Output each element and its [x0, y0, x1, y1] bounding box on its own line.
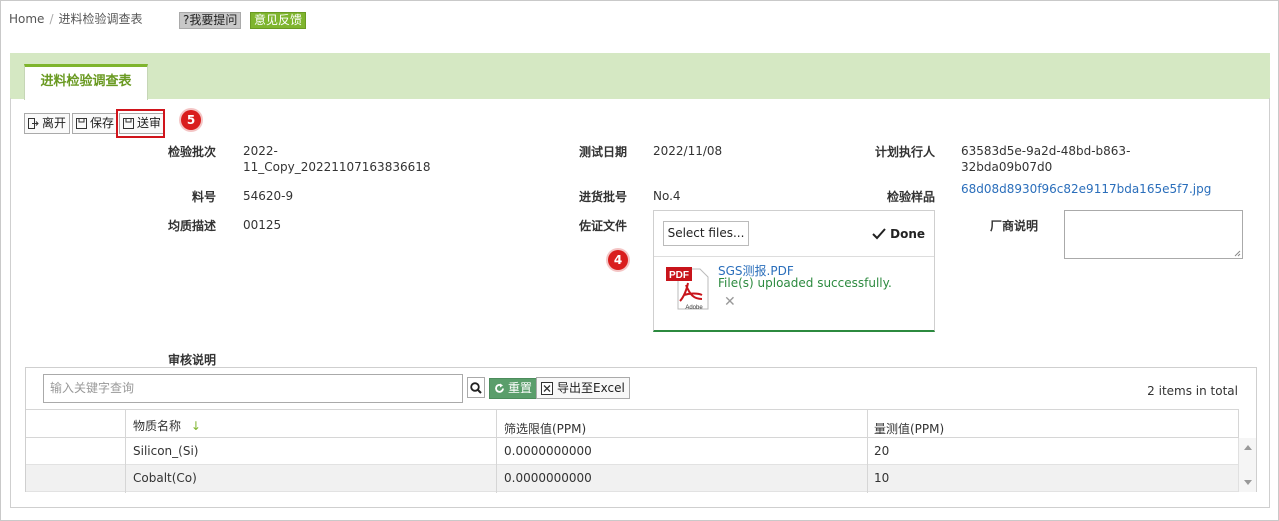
planner-value-line-2: 32bda09b07d0: [961, 160, 1053, 174]
upload-status-text: File(s) uploaded successfully.: [718, 276, 892, 290]
tab-inspection-form[interactable]: 进料检验调查表: [24, 64, 148, 100]
cell-measured: 20: [874, 444, 890, 458]
material-value: 54620-9: [243, 189, 294, 203]
save-button[interactable]: 保存: [72, 113, 119, 134]
remove-file-icon[interactable]: ✕: [724, 294, 736, 310]
table-row[interactable]: Cobalt(Co) 0.0000000000 10: [26, 465, 1238, 492]
refresh-icon: [495, 383, 504, 393]
breadcrumb-home[interactable]: Home: [9, 12, 44, 26]
upload-done-status: Done: [872, 227, 925, 241]
upload-header: Select files... Done: [654, 211, 934, 257]
batch-value-line-1: 2022-: [243, 144, 278, 158]
cell-limit: 0.0000000000: [504, 444, 592, 458]
homogeneity-label: 均质描述: [167, 219, 216, 233]
save-label: 保存: [90, 116, 115, 130]
cell-limit: 0.0000000000: [504, 471, 592, 485]
table-row[interactable]: Silicon_(Si) 0.0000000000 20: [26, 438, 1238, 465]
breadcrumb-current: 进料检验调查表: [58, 12, 143, 26]
resize-handle-icon[interactable]: [1234, 250, 1241, 257]
scroll-down-icon[interactable]: [1244, 480, 1252, 485]
incoming-batch-value: No.4: [653, 189, 681, 203]
planner-label: 计划执行人: [874, 145, 935, 159]
exit-icon: [28, 118, 39, 129]
feedback-button[interactable]: 意见反馈: [250, 12, 307, 29]
select-files-button[interactable]: Select files...: [663, 221, 749, 246]
grid-header: 物质名称 ↓ 筛选限值(PPM) 量测值(PPM): [26, 409, 1238, 438]
cell-substance: Silicon_(Si): [133, 444, 199, 458]
scroll-up-icon[interactable]: [1244, 445, 1252, 450]
pdf-file-icon: PDF Adobe: [666, 267, 709, 311]
batch-value-line-2: 11_Copy_20221107163836618: [243, 160, 431, 174]
breadcrumb: Home / 进料检验调查表: [9, 10, 143, 27]
homogeneity-value: 00125: [243, 218, 282, 232]
sample-label: 检验样品: [886, 190, 935, 204]
column-header-limit[interactable]: 筛选限值(PPM): [504, 420, 586, 437]
export-excel-button[interactable]: 导出至Excel: [536, 377, 630, 399]
column-divider: [125, 409, 126, 493]
file-upload-widget: Select files... Done PDF Adobe SGS测报.PDF…: [653, 210, 935, 332]
tab-bar: 进料检验调查表: [10, 53, 1270, 100]
vendor-note-label: 厂商说明: [989, 219, 1038, 233]
search-button[interactable]: [467, 377, 485, 398]
ask-question-button[interactable]: ?我要提问: [179, 12, 242, 29]
item-count: 2 items in total: [1147, 384, 1238, 398]
test-date-value: 2022/11/08: [653, 144, 723, 158]
cell-substance: Cobalt(Co): [133, 471, 197, 485]
planner-value-line-1: 63583d5e-9a2d-48bd-b863-: [961, 144, 1131, 158]
sort-arrow-icon: ↓: [190, 419, 201, 433]
cell-measured: 10: [874, 471, 890, 485]
batch-label: 检验批次: [167, 145, 216, 159]
step-badge-5: 5: [181, 110, 201, 130]
done-label: Done: [890, 227, 925, 241]
reset-label: 重置: [508, 381, 533, 395]
vertical-scrollbar[interactable]: [1238, 438, 1256, 492]
export-excel-label: 导出至Excel: [557, 381, 625, 395]
save-icon: [76, 118, 87, 129]
incoming-batch-label: 进货批号: [578, 190, 627, 204]
column-header-measured[interactable]: 量测值(PPM): [874, 420, 944, 437]
leave-button[interactable]: 离开: [24, 113, 71, 134]
search-icon: [470, 381, 482, 394]
vendor-note-textarea[interactable]: [1064, 210, 1243, 259]
material-label: 料号: [191, 190, 216, 204]
keyword-search-input[interactable]: 输入关键字查询: [43, 374, 463, 403]
check-icon: [872, 228, 886, 240]
excel-icon: [541, 381, 553, 395]
leave-label: 离开: [42, 116, 67, 130]
step-badge-4: 4: [608, 250, 628, 270]
pdf-brand-text: Adobe: [685, 305, 703, 311]
column-divider: [867, 409, 868, 493]
highlight-box: [116, 109, 165, 138]
evidence-file-label: 佐证文件: [578, 219, 627, 233]
substance-grid: 输入关键字查询 重置 导出至Excel 2 items in total 物质名…: [25, 367, 1257, 493]
header-scroll-spacer: [1238, 409, 1256, 438]
pdf-badge-text: PDF: [669, 270, 689, 281]
column-divider: [496, 409, 497, 493]
column-header-label: 物质名称: [133, 419, 182, 433]
sample-link[interactable]: 68d08d8930f96c82e9117bda165e5f7.jpg: [961, 181, 1211, 197]
column-header-substance[interactable]: 物质名称 ↓: [133, 417, 201, 434]
reset-button[interactable]: 重置: [489, 378, 538, 399]
test-date-label: 测试日期: [578, 145, 627, 159]
review-note-label: 审核说明: [167, 353, 216, 367]
breadcrumb-separator: /: [49, 12, 54, 26]
